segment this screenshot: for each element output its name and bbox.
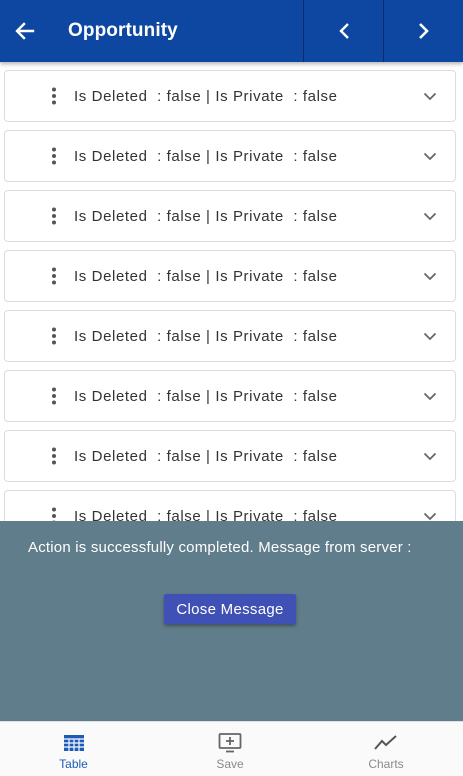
list-item[interactable]: Is Deleted : false | Is Private : false — [4, 250, 456, 302]
close-message-button[interactable]: Close Message — [164, 594, 296, 624]
more-vert-icon — [52, 147, 56, 165]
list-item-label: Is Deleted : false | Is Private : false — [74, 207, 338, 225]
more-options-button[interactable] — [29, 311, 79, 361]
more-options-button[interactable] — [29, 131, 79, 181]
more-vert-icon — [52, 327, 56, 345]
list-item-label: Is Deleted : false | Is Private : false — [74, 267, 338, 285]
tab-table-label: Table — [59, 757, 88, 771]
more-options-button[interactable] — [29, 71, 79, 121]
expand-button[interactable] — [423, 191, 437, 241]
chevron-down-icon — [423, 512, 437, 520]
bottom-navigation: Table Save Charts — [0, 721, 463, 776]
app-root: Opportunity Is Deleted : false | Is Priv… — [0, 0, 463, 776]
chevron-right-icon — [418, 23, 429, 39]
list-item-label: Is Deleted : false | Is Private : false — [74, 327, 338, 345]
more-vert-icon — [52, 87, 56, 105]
arrow-left-icon — [15, 22, 35, 40]
back-button[interactable] — [0, 0, 50, 62]
more-vert-icon — [52, 507, 56, 521]
line-chart-icon — [374, 732, 398, 754]
expand-button[interactable] — [423, 311, 437, 361]
list-item-label: Is Deleted : false | Is Private : false — [74, 147, 338, 165]
more-options-button[interactable] — [29, 371, 79, 421]
more-options-button[interactable] — [29, 491, 79, 521]
table-grid-icon — [63, 732, 84, 754]
list-item-label: Is Deleted : false | Is Private : false — [74, 387, 338, 405]
expand-button[interactable] — [423, 251, 437, 301]
list-item[interactable]: Is Deleted : false | Is Private : false — [4, 310, 456, 362]
list-item[interactable]: Is Deleted : false | Is Private : false — [4, 370, 456, 422]
record-list: Is Deleted : false | Is Private : false … — [0, 62, 463, 521]
more-options-button[interactable] — [29, 251, 79, 301]
page-title: Opportunity — [68, 20, 178, 41]
tab-save-label: Save — [216, 757, 244, 771]
expand-button[interactable] — [423, 431, 437, 481]
chevron-down-icon — [423, 152, 437, 160]
message-text: Action is successfully completed. Messag… — [28, 539, 412, 556]
chevron-down-icon — [423, 392, 437, 400]
expand-button[interactable] — [423, 371, 437, 421]
expand-button[interactable] — [423, 491, 437, 521]
more-vert-icon — [52, 447, 56, 465]
list-item-label: Is Deleted : false | Is Private : false — [74, 87, 338, 105]
chevron-down-icon — [423, 452, 437, 460]
more-options-button[interactable] — [29, 191, 79, 241]
more-vert-icon — [52, 207, 56, 225]
list-item[interactable]: Is Deleted : false | Is Private : false — [4, 490, 456, 521]
message-panel: Action is successfully completed. Messag… — [0, 521, 463, 721]
list-item[interactable]: Is Deleted : false | Is Private : false — [4, 70, 456, 122]
expand-button[interactable] — [423, 71, 437, 121]
tab-charts-label: Charts — [368, 757, 404, 771]
more-vert-icon — [52, 387, 56, 405]
next-button[interactable] — [383, 0, 463, 62]
chevron-left-icon — [338, 23, 349, 39]
list-item[interactable]: Is Deleted : false | Is Private : false — [4, 430, 456, 482]
list-item[interactable]: Is Deleted : false | Is Private : false — [4, 190, 456, 242]
app-header: Opportunity — [0, 0, 463, 62]
chevron-down-icon — [423, 332, 437, 340]
tab-table[interactable]: Table — [0, 722, 147, 776]
list-item-label: Is Deleted : false | Is Private : false — [74, 447, 338, 465]
more-options-button[interactable] — [29, 431, 79, 481]
chevron-down-icon — [423, 92, 437, 100]
chevron-down-icon — [423, 212, 437, 220]
previous-button[interactable] — [303, 0, 383, 62]
more-vert-icon — [52, 267, 56, 285]
list-item[interactable]: Is Deleted : false | Is Private : false — [4, 130, 456, 182]
chevron-down-icon — [423, 272, 437, 280]
tab-charts[interactable]: Charts — [309, 722, 463, 776]
list-item-label: Is Deleted : false | Is Private : false — [74, 507, 338, 522]
monitor-plus-icon — [218, 732, 242, 754]
tab-save[interactable]: Save — [153, 722, 307, 776]
expand-button[interactable] — [423, 131, 437, 181]
